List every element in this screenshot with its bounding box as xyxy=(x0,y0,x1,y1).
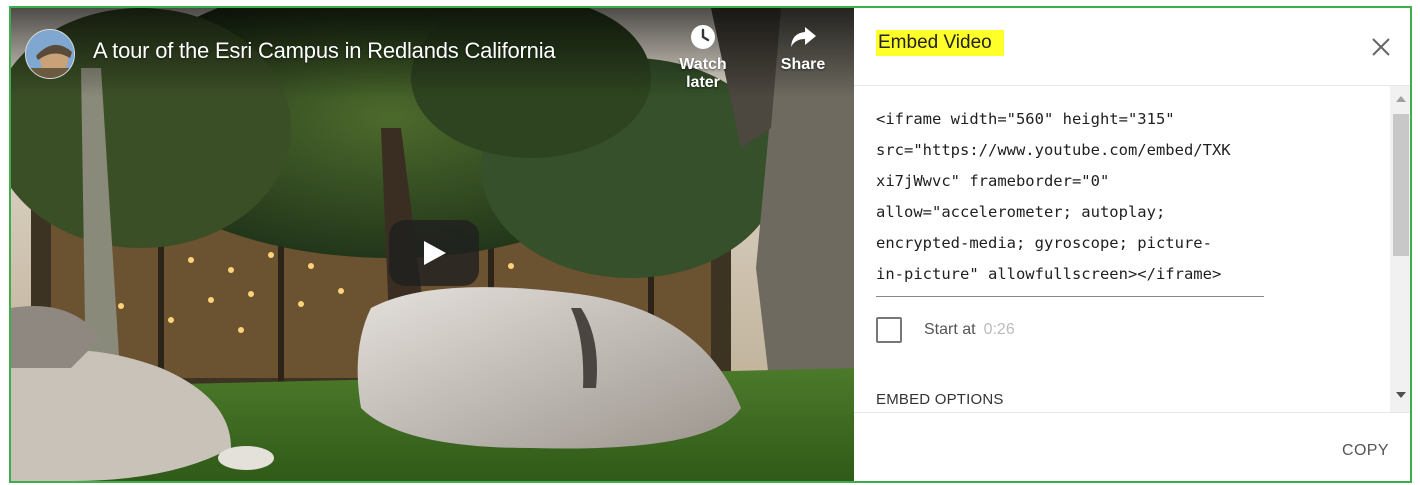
share-button[interactable]: Share xyxy=(763,24,843,74)
play-button[interactable] xyxy=(389,220,479,286)
code-line: src="https://www.youtube.com/embed/TXK xyxy=(876,141,1231,159)
play-icon xyxy=(424,241,446,265)
scrollbar-thumb[interactable] xyxy=(1393,114,1409,256)
code-line: encrypted-media; gyroscope; picture- xyxy=(876,234,1212,252)
code-line: in-picture" allowfullscreen></iframe> xyxy=(876,265,1222,283)
avatar-image-icon xyxy=(26,30,74,78)
embed-panel-title: Embed Video xyxy=(876,30,1004,56)
share-label: Share xyxy=(780,56,826,73)
panel-footer-divider xyxy=(854,412,1410,413)
start-at-time-input[interactable]: 0:26 xyxy=(984,321,1015,339)
clock-icon xyxy=(691,25,715,49)
start-at-row: Start at 0:26 xyxy=(876,317,1015,343)
scroll-up-icon[interactable] xyxy=(1395,94,1407,104)
panel-scrollbar[interactable] xyxy=(1390,86,1410,412)
video-player[interactable]: A tour of the Esri Campus in Redlands Ca… xyxy=(11,8,856,481)
watch-later-button[interactable]: Watch later xyxy=(663,24,743,92)
start-at-label: Start at xyxy=(924,321,976,338)
copy-button[interactable]: COPY xyxy=(1342,442,1389,460)
embed-panel-body: <iframe width="560" height="315" src="ht… xyxy=(854,86,1410,412)
code-line: <iframe width="560" height="315" xyxy=(876,110,1175,128)
embed-video-panel: Embed Video <iframe width="560" height="… xyxy=(854,8,1410,481)
code-line: allow="accelerometer; autoplay; xyxy=(876,203,1166,221)
close-icon xyxy=(1372,38,1390,56)
scroll-down-icon[interactable] xyxy=(1395,390,1407,400)
watch-later-label: Watch later xyxy=(679,56,727,91)
video-title[interactable]: A tour of the Esri Campus in Redlands Ca… xyxy=(93,38,556,64)
start-at-checkbox[interactable] xyxy=(876,317,902,343)
embed-code-textarea[interactable]: <iframe width="560" height="315" src="ht… xyxy=(876,104,1264,297)
channel-avatar[interactable] xyxy=(25,29,75,79)
share-arrow-icon xyxy=(791,27,816,47)
embed-options-heading[interactable]: EMBED OPTIONS xyxy=(876,391,1004,408)
code-line: xi7jWwvc" frameborder="0" xyxy=(876,172,1110,190)
screenshot-frame: A tour of the Esri Campus in Redlands Ca… xyxy=(9,6,1412,483)
close-button[interactable] xyxy=(1366,32,1396,62)
